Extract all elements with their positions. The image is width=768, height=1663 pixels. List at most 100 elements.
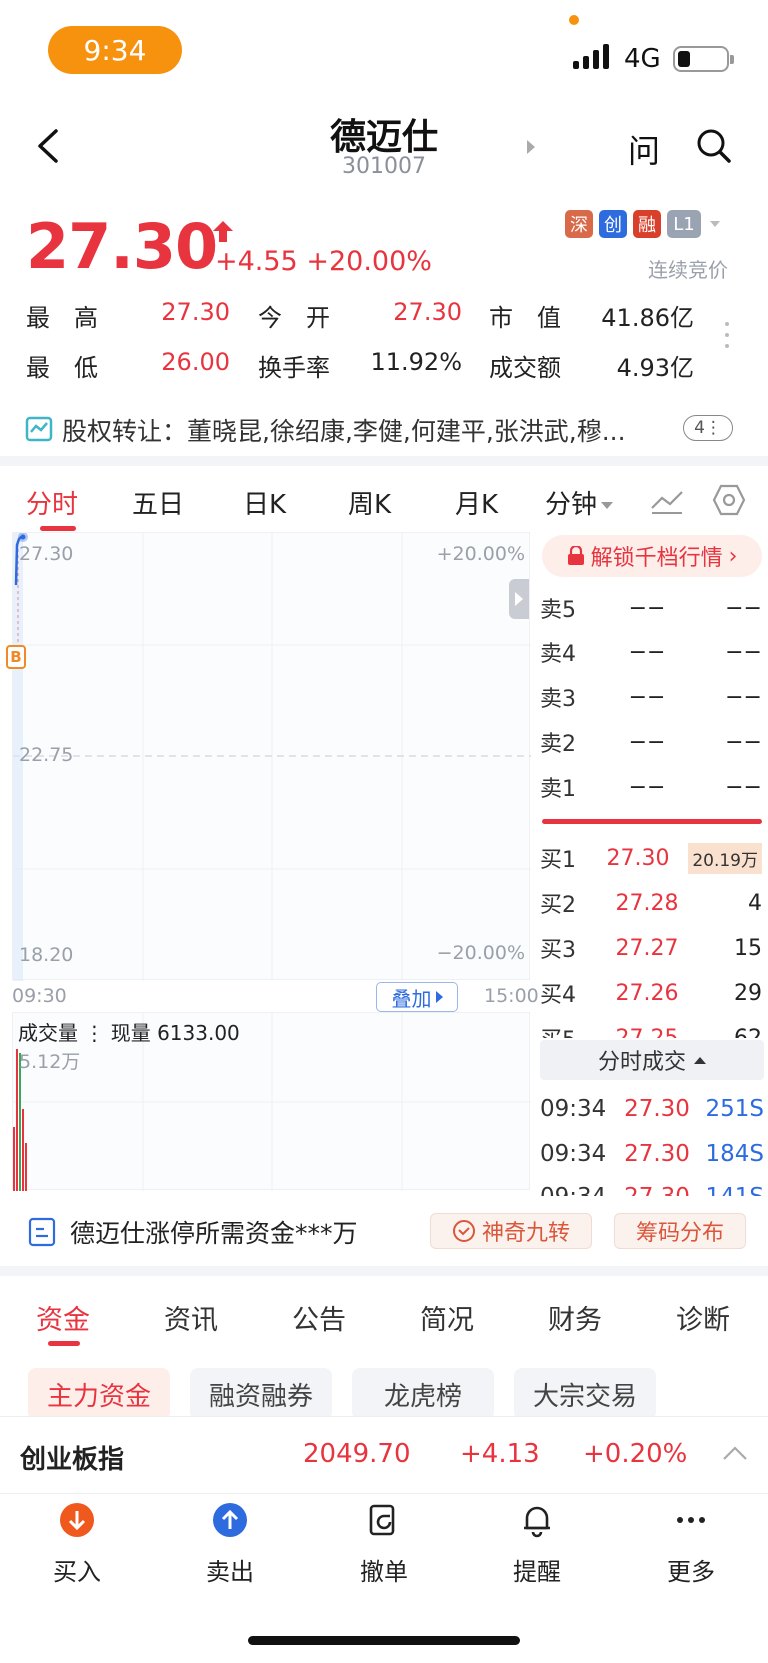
tab-five-day[interactable]: 五日: [132, 484, 184, 521]
tag-margin: 融: [633, 210, 661, 238]
tag-level[interactable]: L1: [667, 210, 701, 238]
tag-chinext: 创: [599, 210, 627, 238]
sell-arrow-icon: [213, 1503, 247, 1537]
ask-row[interactable]: 卖1 −− −−: [540, 765, 762, 809]
ask-button[interactable]: 问: [628, 126, 660, 172]
tab-profile[interactable]: 简况: [420, 1298, 474, 1337]
lock-icon: [567, 546, 584, 565]
high-label: 最 高: [26, 304, 98, 332]
time-start: 09:30: [12, 985, 67, 1007]
more-dots-icon: [677, 1517, 705, 1523]
subtab-dragon-tiger[interactable]: 龙虎榜: [352, 1368, 494, 1420]
subtab-block-trade[interactable]: 大宗交易: [514, 1368, 656, 1420]
high-value: 27.30: [161, 298, 230, 326]
mktcap-label: 市 值: [489, 304, 561, 332]
equity-icon: [25, 416, 53, 442]
tab-weekly-k[interactable]: 周K: [348, 484, 391, 521]
overlay-button[interactable]: 叠加: [376, 982, 458, 1012]
active-tab-underline: [48, 1341, 80, 1346]
index-name: 创业板指: [20, 1445, 125, 1475]
bid-row[interactable]: 买3 27.27 15: [540, 926, 762, 970]
tag-shenzhen: 深: [565, 210, 593, 238]
bid-row[interactable]: 买4 27.26 29: [540, 971, 762, 1015]
bid-row-clipped[interactable]: 买527.2562: [540, 1016, 762, 1039]
amount-label: 成交额: [489, 354, 561, 382]
amount-value: 4.93亿: [616, 354, 694, 382]
nav-more[interactable]: 更多: [631, 1502, 751, 1587]
cancel-order-icon: [369, 1504, 395, 1536]
y-label-high: 27.30: [19, 543, 74, 565]
tab-diagnosis[interactable]: 诊断: [676, 1298, 730, 1337]
nav-alert[interactable]: 提醒: [477, 1502, 597, 1587]
settings-hex-icon[interactable]: [712, 484, 746, 516]
ask-row[interactable]: 卖5 −− −−: [540, 586, 762, 630]
index-change: +4.13: [460, 1439, 540, 1469]
pct-label-high: +20.00%: [436, 543, 525, 565]
nav-sell[interactable]: 卖出: [170, 1502, 290, 1587]
open-value: 27.30: [393, 298, 462, 326]
home-indicator[interactable]: [248, 1636, 520, 1645]
divider: [0, 1266, 768, 1276]
network-type: 4G: [624, 44, 661, 74]
document-icon: [28, 1217, 56, 1247]
nav-buy[interactable]: 买入: [17, 1502, 137, 1587]
price-change: +4.55 +20.00%: [215, 246, 432, 277]
unlock-depth-button[interactable]: 解锁千档行情 ›: [542, 535, 762, 577]
magic-nine-button[interactable]: 神奇九转: [430, 1213, 592, 1249]
index-bar[interactable]: 创业板指 2049.70 +4.13 +0.20%: [0, 1416, 768, 1494]
chip-distribution-button[interactable]: 筹码分布: [614, 1213, 746, 1249]
more-stats-icon[interactable]: [725, 322, 731, 355]
tab-news[interactable]: 资讯: [164, 1298, 218, 1337]
nav-cancel[interactable]: 撤单: [324, 1502, 444, 1587]
trade-row: 09:34 27.30 184S: [540, 1141, 764, 1167]
subtab-margin[interactable]: 融资融券: [190, 1368, 332, 1420]
pct-label-low: −20.00%: [436, 942, 525, 964]
bid-row[interactable]: 买2 27.28 4: [540, 881, 762, 925]
volume-chart[interactable]: 成交量 ⋮ 现量 6133.00 5.12万: [12, 1012, 531, 1191]
mktcap-value: 41.86亿: [601, 304, 694, 332]
active-tab-underline: [40, 526, 76, 531]
equity-count-badge[interactable]: 4⋮: [683, 415, 733, 441]
indicator-icon[interactable]: [650, 486, 684, 516]
tab-financials[interactable]: 财务: [548, 1298, 602, 1337]
low-value: 26.00: [161, 348, 230, 376]
turnover-label: 换手率: [258, 354, 330, 382]
divider: [0, 456, 768, 466]
subtab-main-funds[interactable]: 主力资金: [28, 1368, 170, 1420]
turnover-value: 11.92%: [370, 348, 462, 376]
trade-row-clipped: 09:3427.30141S: [540, 1184, 764, 1196]
time-end: 15:00: [484, 985, 539, 1007]
expand-handle-icon[interactable]: [509, 579, 529, 619]
buy-arrow-icon: [60, 1503, 94, 1537]
bell-icon: [524, 1506, 550, 1538]
up-arrow-icon: [213, 221, 233, 242]
chevron-up-icon[interactable]: [722, 1445, 748, 1461]
tab-daily-k[interactable]: 日K: [243, 484, 286, 521]
index-pct: +0.20%: [583, 1439, 688, 1469]
ask-row[interactable]: 卖3 −− −−: [540, 675, 762, 719]
volume-max: 5.12万: [19, 1051, 81, 1073]
search-icon[interactable]: [696, 128, 732, 164]
tab-monthly-k[interactable]: 月K: [455, 484, 498, 521]
y-label-low: 18.20: [19, 944, 74, 966]
limit-up-funds[interactable]: 德迈仕涨停所需资金***万: [70, 1214, 358, 1250]
index-value: 2049.70: [303, 1439, 411, 1469]
privacy-dot-icon: [569, 15, 579, 25]
bid-row[interactable]: 买1 27.30 20.19万: [540, 836, 762, 880]
trade-row: 09:3427.30141S: [540, 1184, 764, 1196]
current-price: 27.30: [26, 210, 218, 283]
ask-row[interactable]: 卖2 −− −−: [540, 720, 762, 764]
buy-marker-icon[interactable]: B: [6, 645, 26, 669]
next-stock-icon[interactable]: [527, 140, 535, 154]
tag-dropdown-icon[interactable]: [707, 210, 723, 238]
equity-transfer-text[interactable]: 股权转让：董晓昆,徐绍康,李健,何建平,张洪武,穆...: [62, 412, 662, 448]
tab-funds[interactable]: 资金: [36, 1298, 90, 1337]
intraday-chart[interactable]: 27.30 +20.00% 22.75 18.20 −20.00% B: [6, 532, 531, 981]
ask-row[interactable]: 卖4 −− −−: [540, 630, 762, 674]
volume-header: 成交量 ⋮ 现量 6133.00: [18, 1021, 240, 1045]
tab-announcements[interactable]: 公告: [292, 1298, 346, 1337]
tab-intraday[interactable]: 分时: [26, 484, 78, 521]
trade-row: 09:34 27.30 251S: [540, 1096, 764, 1122]
tab-minute[interactable]: 分钟: [545, 484, 614, 521]
trades-header[interactable]: 分时成交: [540, 1040, 764, 1080]
